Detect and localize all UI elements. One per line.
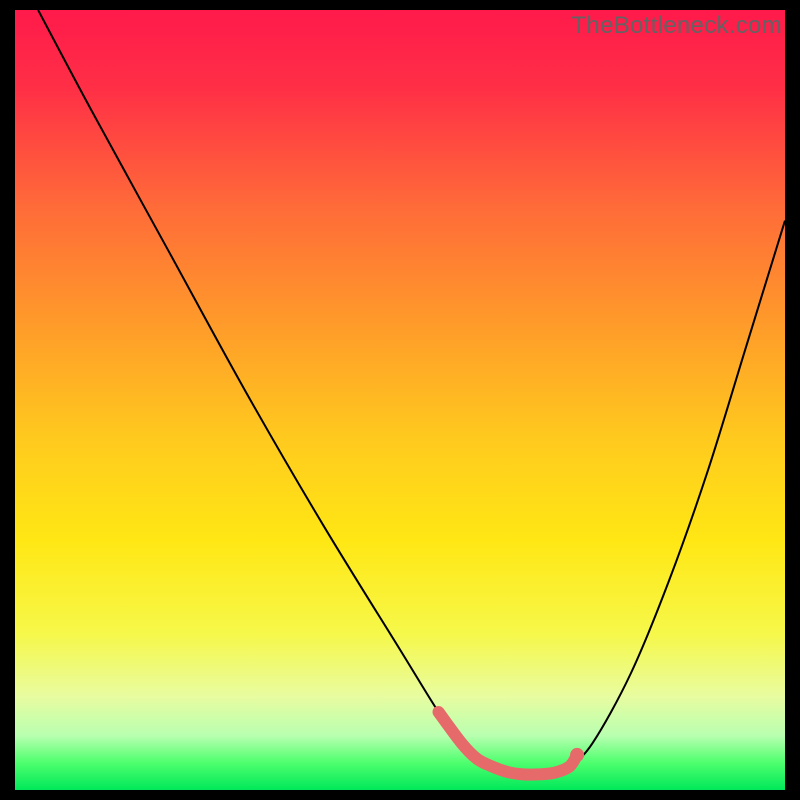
watermark-text: TheBottleneck.com <box>571 12 782 40</box>
bottleneck-curve-chart <box>15 10 785 790</box>
gradient-background <box>15 10 785 790</box>
plot-area <box>15 10 785 790</box>
chart-frame: TheBottleneck.com <box>0 0 800 800</box>
optimal-point-marker <box>570 748 584 762</box>
